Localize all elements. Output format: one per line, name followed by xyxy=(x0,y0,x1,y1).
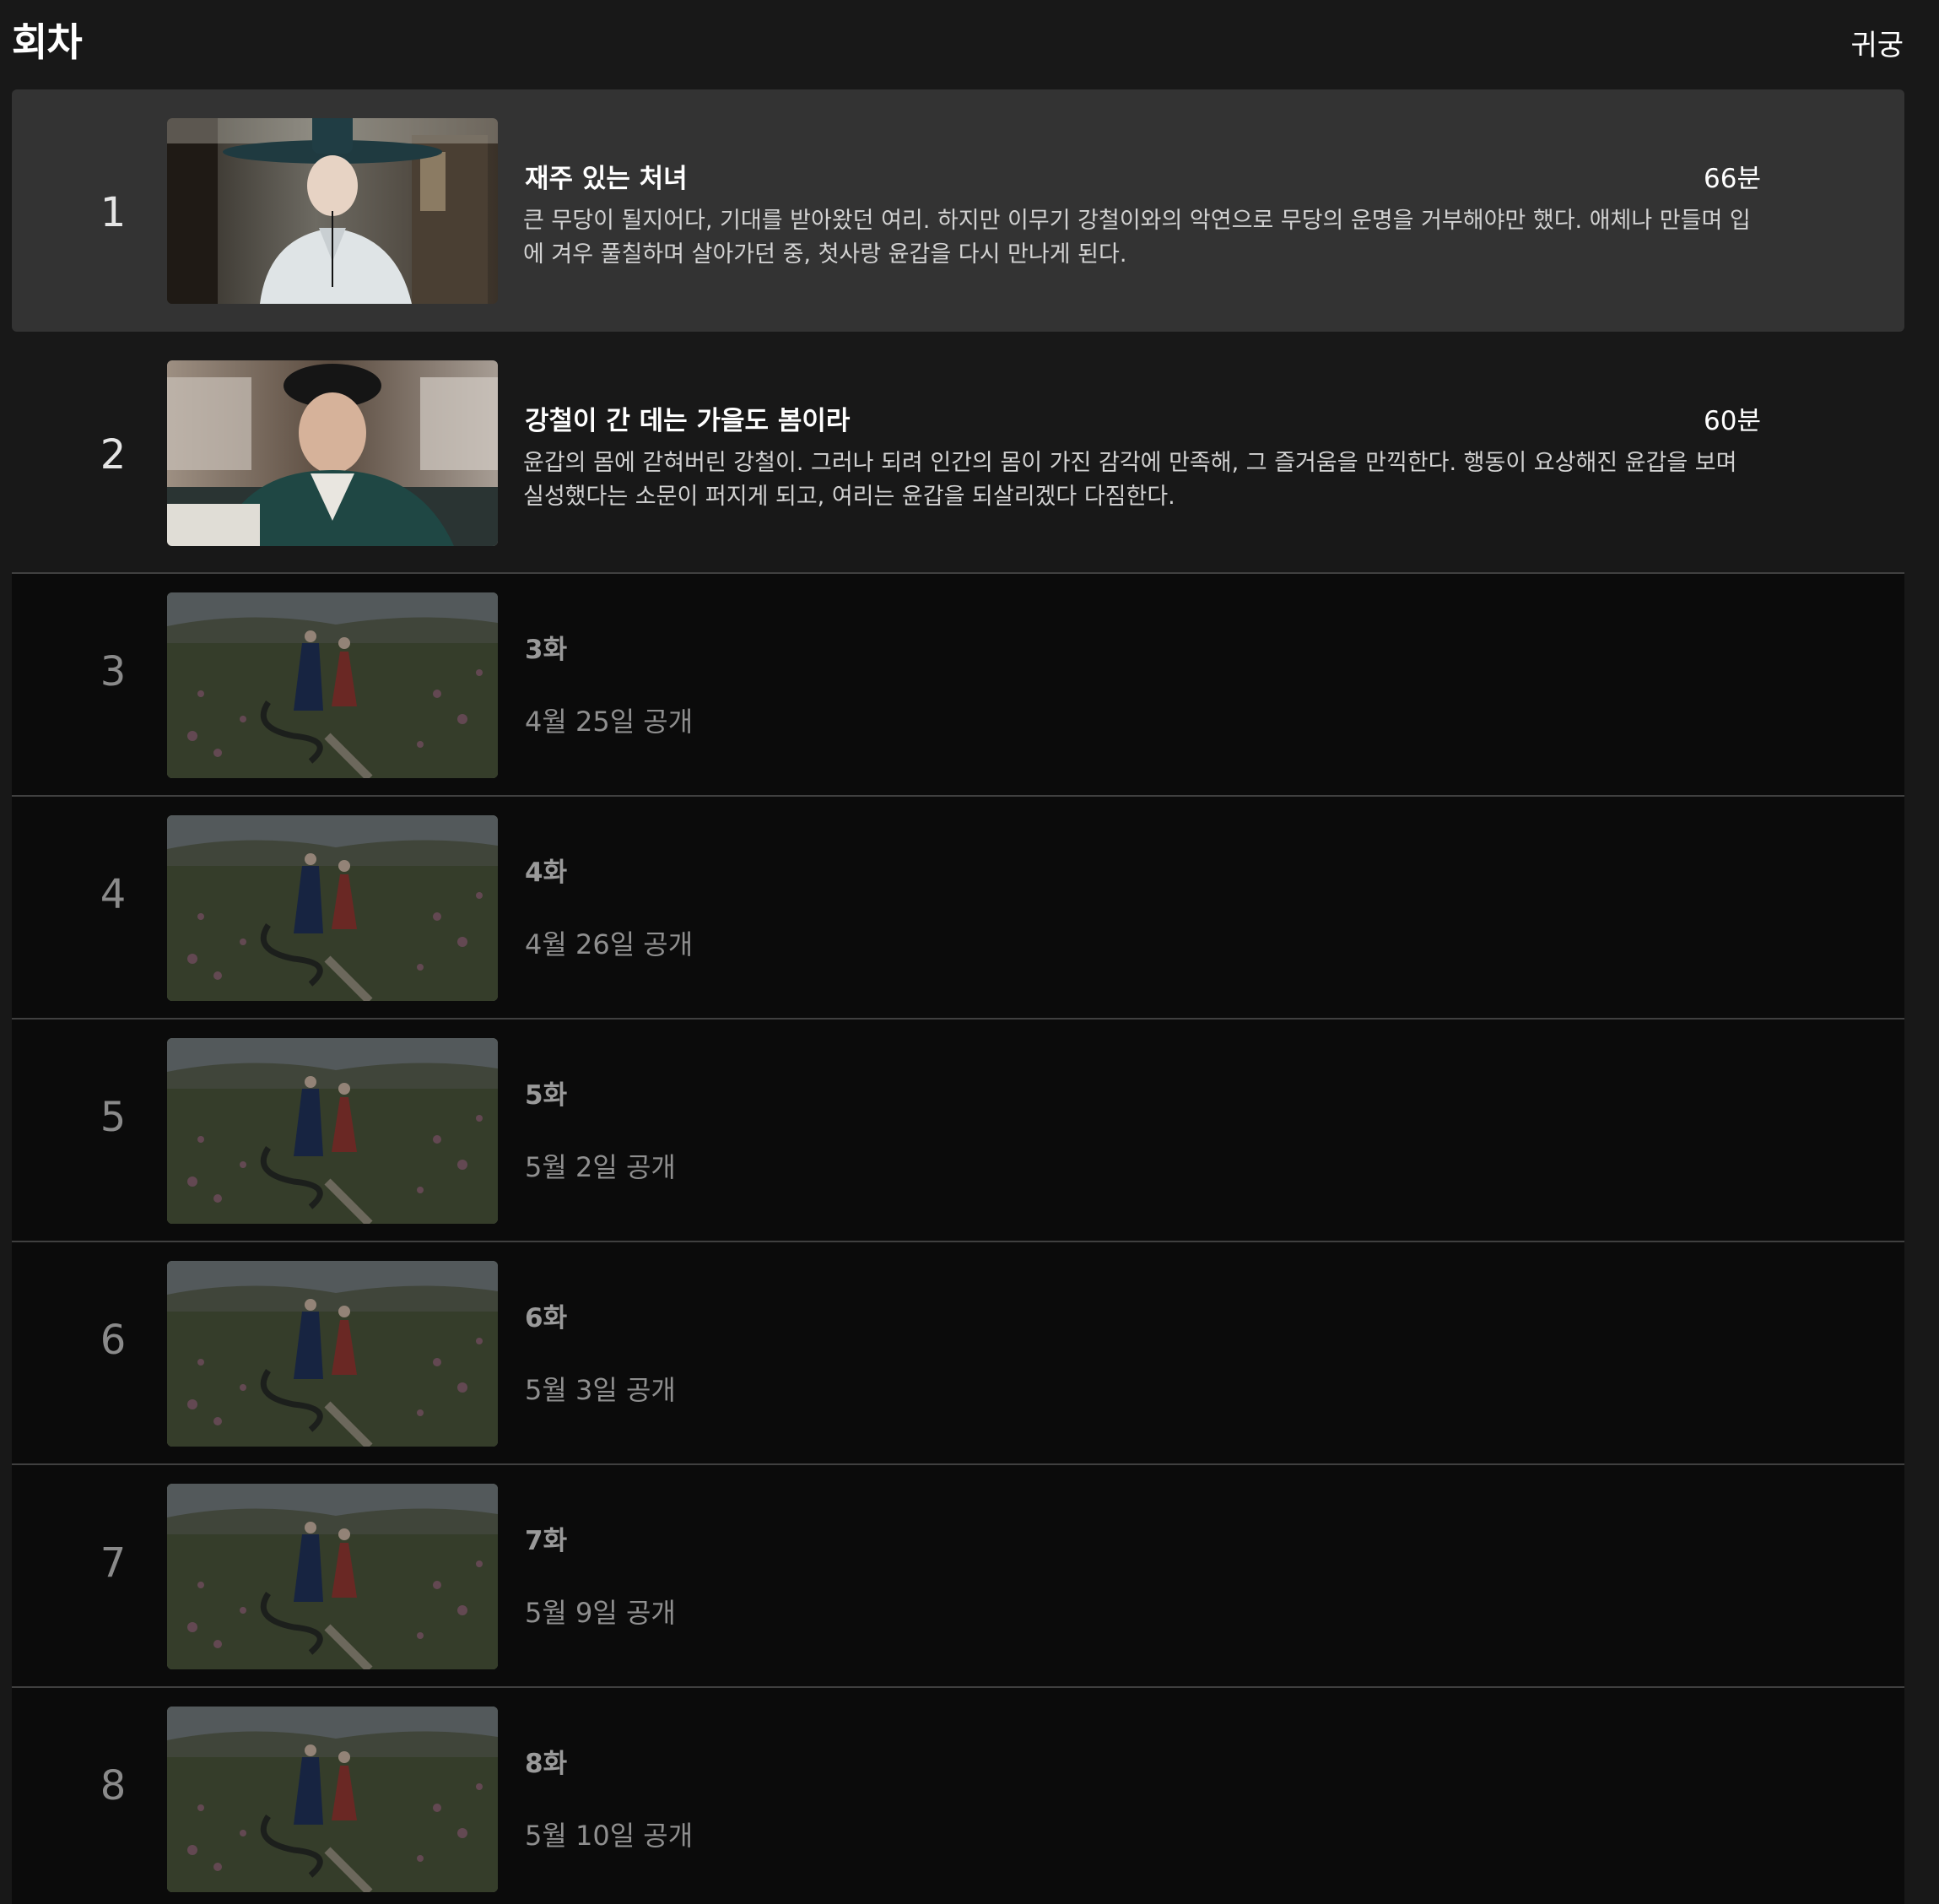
episode-title: 7화 xyxy=(525,1526,568,1556)
episode-thumbnail[interactable] xyxy=(167,1707,498,1892)
thumbnail-dim-overlay xyxy=(167,815,498,1001)
episode-number: 6 xyxy=(100,1317,127,1364)
episode-release-date: 4월 25일 공개 xyxy=(525,706,694,738)
episode-thumbnail[interactable] xyxy=(167,1261,498,1447)
episode-number: 4 xyxy=(100,871,127,918)
thumbnail-dim-overlay xyxy=(167,1261,498,1447)
episode-description: 윤갑의 몸에 갇혀버린 강철이. 그러나 되려 인간의 몸이 가진 감각에 만족… xyxy=(523,450,1737,510)
show-title[interactable]: 귀궁 xyxy=(1850,22,1904,63)
episode-item-6[interactable]: 6 6화 5월 3일 공개 xyxy=(12,1242,1904,1465)
episode-title: 4화 xyxy=(525,857,568,888)
thumbnail-dim-overlay xyxy=(167,592,498,778)
episode-description: 큰 무당이 될지어다, 기대를 받아왔던 여리. 하지만 이무기 강철이와의 악… xyxy=(523,208,1751,268)
episode-number: 7 xyxy=(100,1539,127,1587)
episode-number: 8 xyxy=(100,1762,127,1809)
episode-title: 6화 xyxy=(525,1303,568,1333)
episodes-heading: 회차 xyxy=(12,19,83,65)
episode-item-5[interactable]: 5 5화 5월 2일 공개 xyxy=(12,1020,1904,1242)
episode-duration: 66분 xyxy=(1704,164,1761,194)
episode-thumbnail[interactable] xyxy=(167,360,498,546)
episode-duration: 60분 xyxy=(1704,406,1761,436)
episode-item-3[interactable]: 3 3화 4월 25일 공개 xyxy=(12,574,1904,797)
episode-title: 8화 xyxy=(525,1749,568,1779)
episode-item-4[interactable]: 4 4화 4월 26일 공개 xyxy=(12,797,1904,1020)
portrait-still-image xyxy=(167,118,498,304)
episode-thumbnail[interactable] xyxy=(167,592,498,778)
episode-item-8[interactable]: 8 8화 5월 10일 공개 xyxy=(12,1688,1904,1904)
episode-release-date: 4월 26일 공개 xyxy=(525,928,694,960)
episode-number: 3 xyxy=(100,648,127,695)
episode-release-date: 5월 9일 공개 xyxy=(525,1597,676,1629)
episode-title: 재주 있는 처녀 xyxy=(525,164,688,194)
episode-thumbnail[interactable] xyxy=(167,1038,498,1224)
episode-thumbnail[interactable] xyxy=(167,118,498,304)
episode-item-2[interactable]: 2 강철이 간 데는 가을도 봄이라 60분 윤갑의 몸에 갇혀버린 강철이. … xyxy=(12,332,1904,574)
portrait-still-image xyxy=(167,360,498,546)
episode-release-date: 5월 10일 공개 xyxy=(525,1820,694,1852)
episode-item-7[interactable]: 7 7화 5월 9일 공개 xyxy=(12,1465,1904,1688)
episode-number: 5 xyxy=(100,1094,127,1141)
episode-release-date: 5월 2일 공개 xyxy=(525,1151,676,1183)
episode-list: 1 재주 있는 처녀 66분 큰 무당이 될지어다, 기대를 받아왔던 여리. … xyxy=(12,89,1904,1904)
thumbnail-dim-overlay xyxy=(167,1038,498,1224)
episode-title: 5화 xyxy=(525,1080,568,1111)
episode-release-date: 5월 3일 공개 xyxy=(525,1374,676,1406)
thumbnail-dim-overlay xyxy=(167,1707,498,1892)
episodes-header: 회차 귀궁 xyxy=(12,0,1904,84)
episode-number: 1 xyxy=(100,189,127,236)
episode-title: 강철이 간 데는 가을도 봄이라 xyxy=(525,406,851,436)
thumbnail-dim-overlay xyxy=(167,1484,498,1669)
episode-thumbnail[interactable] xyxy=(167,1484,498,1669)
episodes-page: 회차 귀궁 1 재주 있는 처녀 66분 큰 무당이 될지어다, 기대를 받아왔… xyxy=(0,0,1939,1904)
episode-item-1[interactable]: 1 재주 있는 처녀 66분 큰 무당이 될지어다, 기대를 받아왔던 여리. … xyxy=(12,89,1904,332)
episode-title: 3화 xyxy=(525,635,568,665)
episode-thumbnail[interactable] xyxy=(167,815,498,1001)
episode-number: 2 xyxy=(100,431,127,479)
